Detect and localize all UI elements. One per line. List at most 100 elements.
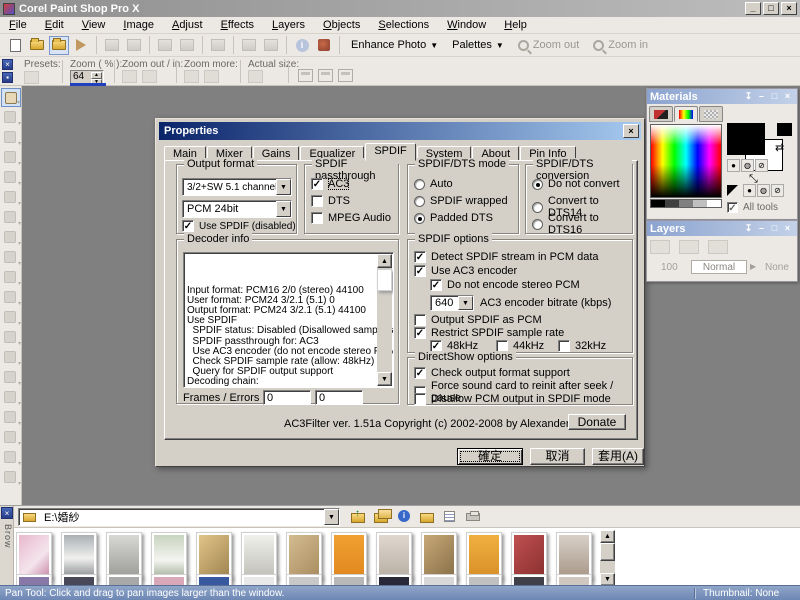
- dts-checkbox[interactable]: DTS: [311, 195, 350, 207]
- new-image-button[interactable]: [5, 36, 25, 55]
- list-view-button[interactable]: [442, 509, 459, 524]
- menu-objects[interactable]: Objects: [314, 17, 369, 33]
- minimize-icon[interactable]: _: [745, 2, 761, 15]
- detect-spdif-checkbox[interactable]: Detect SPDIF stream in PCM data: [414, 251, 599, 263]
- thumbnail[interactable]: [556, 532, 592, 580]
- spin-up-icon[interactable]: ▲: [91, 72, 102, 79]
- minimize-icon[interactable]: –: [755, 91, 768, 103]
- tab-swatches[interactable]: [699, 106, 723, 122]
- thumbnail[interactable]: [286, 532, 322, 580]
- scrollbar-thumb[interactable]: [600, 543, 615, 561]
- ac3-checkbox[interactable]: AC3: [311, 178, 349, 190]
- selection-tool[interactable]: [1, 128, 21, 147]
- donate-button[interactable]: Donate: [568, 414, 626, 430]
- fit-window-button[interactable]: [298, 69, 313, 82]
- convert-dts16-radio[interactable]: Convert to DTS16: [532, 212, 632, 236]
- window-titlebar[interactable]: Corel Paint Shop Pro X _ □ ×: [0, 0, 800, 17]
- chevron-down-icon[interactable]: ▼: [276, 201, 291, 217]
- do-not-convert-radio[interactable]: Do not convert: [532, 178, 620, 190]
- fill-color-button[interactable]: ●: [743, 184, 756, 197]
- close-icon[interactable]: ×: [781, 91, 794, 103]
- red-eye-tool[interactable]: [1, 268, 21, 287]
- mode-auto-radio[interactable]: Auto: [414, 178, 453, 190]
- magic-wand-tool[interactable]: [1, 168, 21, 187]
- straighten-tool[interactable]: [1, 228, 21, 247]
- output-sample-format-select[interactable]: PCM 24bit▼: [182, 200, 292, 218]
- chevron-down-icon[interactable]: ▼: [324, 509, 339, 525]
- thumbnail[interactable]: [151, 532, 187, 580]
- menu-adjust[interactable]: Adjust: [163, 17, 212, 33]
- browse-button[interactable]: [49, 36, 69, 55]
- perspective-correction-tool[interactable]: [1, 248, 21, 267]
- output-channels-select[interactable]: 3/2+SW 5.1 channels▼: [182, 178, 292, 196]
- menu-image[interactable]: Image: [114, 17, 163, 33]
- check-output-checkbox[interactable]: Check output format support: [414, 367, 570, 379]
- scrollbar-thumb[interactable]: [377, 269, 392, 291]
- stroke-swatch[interactable]: [777, 123, 792, 136]
- scroll-down-icon[interactable]: ▼: [377, 372, 392, 386]
- eraser-tool[interactable]: [1, 388, 21, 407]
- mode-spdif-wrapped-radio[interactable]: SPDIF wrapped: [414, 195, 508, 207]
- fill-swatch[interactable]: [727, 185, 738, 196]
- mpeg-audio-checkbox[interactable]: MPEG Audio: [311, 212, 391, 224]
- up-one-level-button[interactable]: ↑: [350, 509, 367, 524]
- warp-brush-tool[interactable]: [1, 468, 21, 487]
- path-select[interactable]: E:\婚紗 ▼: [18, 508, 340, 526]
- menu-layers[interactable]: Layers: [263, 17, 314, 33]
- menu-window[interactable]: Window: [438, 17, 495, 33]
- menu-effects[interactable]: Effects: [212, 17, 263, 33]
- disallow-pcm-checkbox[interactable]: Disallow PCM output in SPDIF mode: [414, 393, 611, 405]
- thumbnail[interactable]: [331, 532, 367, 580]
- minimize-icon[interactable]: –: [755, 223, 768, 235]
- thumbnail[interactable]: [61, 532, 97, 580]
- fill-gradient-button[interactable]: ◍: [757, 184, 770, 197]
- browser-tab-label[interactable]: Brow: [1, 524, 13, 549]
- no-stereo-pcm-checkbox[interactable]: Do not encode stereo PCM: [430, 279, 580, 291]
- paint-brush-tool[interactable]: [1, 368, 21, 387]
- thumbnail[interactable]: [196, 532, 232, 580]
- scroll-up-icon[interactable]: ▲: [600, 530, 615, 543]
- maximize-icon[interactable]: □: [768, 91, 781, 103]
- scratch-remover-tool[interactable]: [1, 328, 21, 347]
- restrict-rate-checkbox[interactable]: Restrict SPDIF sample rate: [414, 327, 564, 339]
- color-picker[interactable]: [650, 124, 722, 198]
- thumbnail[interactable]: [466, 532, 502, 580]
- menu-file[interactable]: File: [0, 17, 36, 33]
- freehand-selection-tool[interactable]: [1, 148, 21, 167]
- makeover-tool[interactable]: [1, 288, 21, 307]
- thumbnail[interactable]: [241, 532, 277, 580]
- twain-import-button[interactable]: [71, 36, 91, 55]
- tab-gains[interactable]: Gains: [253, 146, 300, 161]
- menu-view[interactable]: View: [73, 17, 115, 33]
- new-folder-button[interactable]: [419, 509, 436, 524]
- color-style-button[interactable]: ●: [727, 159, 740, 172]
- enhance-photo-button[interactable]: Enhance Photo▼: [344, 37, 445, 53]
- maximize-icon[interactable]: □: [768, 223, 781, 235]
- layers-titlebar[interactable]: Layers ↧ – □ ×: [647, 221, 797, 236]
- bitrate-select[interactable]: 640▼: [430, 295, 474, 311]
- null-style-button[interactable]: ⊘: [755, 159, 768, 172]
- palettes-button[interactable]: Palettes▼: [445, 37, 511, 53]
- foreground-color-swatch[interactable]: [727, 123, 765, 155]
- use-spdif-checkbox[interactable]: Use SPDIF (disabled): [182, 220, 296, 232]
- tool-options-close-icon[interactable]: ×: [2, 59, 13, 70]
- tab-spdif[interactable]: SPDIF: [365, 143, 415, 161]
- menu-edit[interactable]: Edit: [36, 17, 73, 33]
- clone-brush-tool[interactable]: [1, 308, 21, 327]
- crop-tool[interactable]: [1, 208, 21, 227]
- decoder-scrollbar[interactable]: ▲ ▼: [377, 254, 392, 386]
- dropper-tool[interactable]: [1, 188, 21, 207]
- tab-rainbow[interactable]: [674, 106, 698, 122]
- pan-tool[interactable]: [1, 88, 21, 107]
- browser-scrollbar[interactable]: ▲ ▼: [600, 530, 615, 586]
- makeover-button[interactable]: [314, 36, 334, 55]
- tab-frame[interactable]: [649, 106, 673, 122]
- swap-colors-icon[interactable]: ⇄: [775, 141, 784, 154]
- materials-titlebar[interactable]: Materials ↧ – □ ×: [647, 89, 797, 104]
- image-info-button[interactable]: i: [396, 509, 413, 524]
- help-context-button[interactable]: i: [292, 36, 312, 55]
- scroll-up-icon[interactable]: ▲: [377, 254, 392, 268]
- full-window-button[interactable]: [338, 69, 353, 82]
- ok-button[interactable]: 確定: [457, 448, 523, 465]
- close-icon[interactable]: ×: [781, 2, 797, 15]
